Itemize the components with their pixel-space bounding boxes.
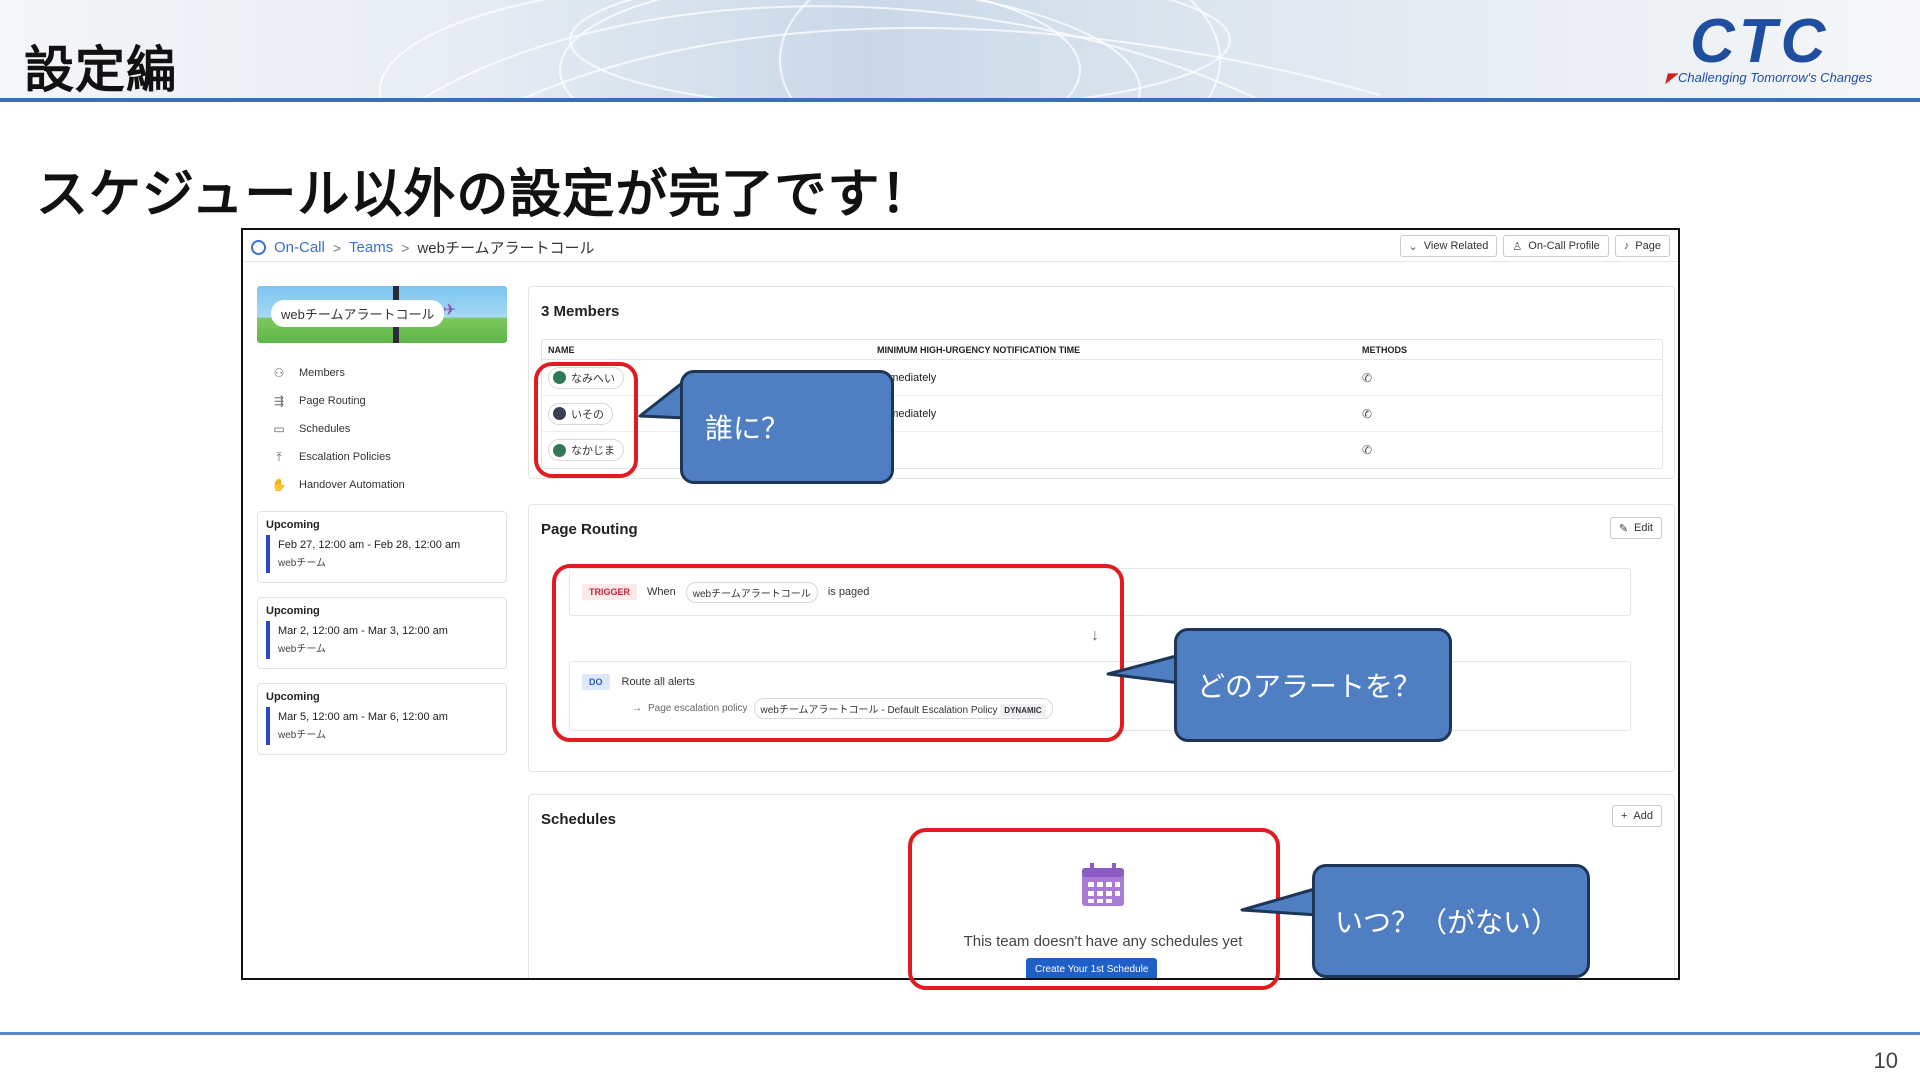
- callout-when-text: いつ？（がない）: [1335, 906, 1560, 939]
- phone-icon: ✆: [1362, 370, 1373, 385]
- add-label: Add: [1633, 810, 1653, 822]
- top-actions: ⌄ View Related ♙ On-Call Profile ♪ Page: [1399, 235, 1670, 257]
- table-header: NAME MINIMUM HIGH-URGENCY NOTIFICATION T…: [542, 340, 1662, 360]
- upcoming-date: Mar 2, 12:00 am - Mar 3, 12:00 am: [278, 625, 448, 637]
- breadcrumb-teams[interactable]: Teams: [349, 239, 393, 256]
- notification-time: Immediately: [877, 371, 937, 384]
- callout-who-text: 誰に？: [705, 412, 790, 445]
- routing-icon: ⇶: [273, 394, 285, 408]
- view-related-button[interactable]: ⌄ View Related: [1399, 235, 1498, 257]
- oncall-profile-label: On-Call Profile: [1528, 240, 1600, 252]
- pencil-icon: ✎: [1618, 522, 1629, 535]
- upcoming-card[interactable]: Upcoming Mar 2, 12:00 am - Mar 3, 12:00 …: [257, 597, 507, 669]
- members-title: 3 Members: [541, 303, 620, 320]
- upcoming-body: Mar 5, 12:00 am - Mar 6, 12:00 am webチーム: [266, 707, 498, 745]
- upcoming-list: Upcoming Feb 27, 12:00 am - Feb 28, 12:0…: [257, 511, 507, 755]
- upcoming-team: webチーム: [278, 730, 327, 741]
- person-icon: ♙: [1512, 240, 1523, 253]
- app-topbar: On-Call > Teams > webチームアラートコール ⌄ View Re…: [243, 230, 1678, 262]
- callout-who: 誰に？: [680, 370, 894, 484]
- schedules-title: Schedules: [541, 811, 617, 828]
- team-banner: webチームアラートコール ✈: [257, 286, 507, 343]
- column-header-name: NAME: [548, 344, 575, 355]
- phone-icon: ✆: [1362, 406, 1373, 421]
- breadcrumb-oncall[interactable]: On-Call: [274, 239, 325, 256]
- banner-decoration: [379, 0, 1381, 100]
- sidebar-item-handover-automation[interactable]: ✋ Handover Automation: [257, 471, 507, 499]
- section-title: 設定編: [24, 41, 177, 99]
- calendar-icon: ▭: [273, 422, 285, 436]
- upcoming-card[interactable]: Upcoming Mar 5, 12:00 am - Mar 6, 12:00 …: [257, 683, 507, 755]
- schedules-highlight: [908, 828, 1280, 990]
- upcoming-team: webチーム: [278, 644, 327, 655]
- sidebar-item-label: Members: [299, 367, 345, 379]
- add-schedule-button[interactable]: + Add: [1611, 805, 1662, 827]
- phone-icon: ✆: [1362, 443, 1373, 457]
- edit-button[interactable]: ✎ Edit: [1609, 517, 1662, 539]
- sidebar-item-members[interactable]: ⚇ Members: [257, 359, 507, 387]
- oncall-icon: [251, 240, 266, 255]
- chevron-right-icon: >: [401, 239, 410, 256]
- page-routing-title: Page Routing: [541, 521, 638, 538]
- ctc-logo: CTC ◤ Challenging Tomorrow's Changes: [1660, 7, 1900, 90]
- page-button[interactable]: ♪ Page: [1614, 235, 1670, 257]
- chevron-down-icon: ⌄: [1408, 240, 1418, 253]
- sidebar-nav: ⚇ Members ⇶ Page Routing ▭ Schedules ⤒ Escal…: [257, 359, 507, 499]
- edit-label: Edit: [1634, 522, 1653, 534]
- slide: 設定編 CTC ◤ Challenging Tomorrow's Changes …: [0, 0, 1920, 1080]
- page-label: Page: [1635, 240, 1661, 252]
- view-related-label: View Related: [1423, 240, 1489, 252]
- column-header-methods: METHODS: [1362, 344, 1407, 355]
- bell-icon: ♪: [1623, 240, 1630, 252]
- breadcrumb: On-Call > Teams > webチームアラートコール: [251, 237, 595, 258]
- sidebar-item-page-routing[interactable]: ⇶ Page Routing: [257, 387, 507, 415]
- upcoming-date: Mar 5, 12:00 am - Mar 6, 12:00 am: [278, 711, 448, 723]
- chevron-right-icon: >: [332, 239, 342, 256]
- team-name: webチームアラートコール: [271, 300, 445, 327]
- callout-which-alert: どのアラートを？: [1174, 628, 1452, 742]
- upcoming-date: Feb 27, 12:00 am - Feb 28, 12:00 am: [278, 539, 461, 551]
- upcoming-title: Upcoming: [266, 519, 320, 531]
- callout-when: いつ？（がない）: [1312, 864, 1590, 978]
- upcoming-body: Mar 2, 12:00 am - Mar 3, 12:00 am webチーム: [266, 621, 498, 659]
- banner-divider: [0, 98, 1920, 102]
- notification-time: Immediately: [877, 407, 937, 420]
- sidebar: webチームアラートコール ✈ ⚇ Members ⇶ Page Routing ▭…: [257, 286, 507, 769]
- upcoming-team: webチーム: [278, 558, 327, 569]
- routing-highlight: [552, 564, 1124, 742]
- page-number: 10: [1873, 1048, 1898, 1073]
- logo-tagline: ◤ Challenging Tomorrow's Changes: [1666, 70, 1872, 86]
- header-banner: 設定編 CTC ◤ Challenging Tomorrow's Changes: [0, 0, 1920, 100]
- plane-icon: ✈: [443, 302, 457, 319]
- sidebar-item-label: Page Routing: [299, 395, 366, 407]
- sidebar-item-escalation-policies[interactable]: ⤒ Escalation Policies: [257, 443, 507, 471]
- upcoming-title: Upcoming: [266, 605, 320, 617]
- members-icon: ⚇: [273, 366, 285, 380]
- logo-tagline-text: Challenging Tomorrow's Changes: [1678, 70, 1873, 85]
- logo-wordmark: CTC: [1690, 7, 1830, 76]
- sidebar-item-label: Schedules: [299, 423, 351, 435]
- footer-divider: [0, 1032, 1920, 1035]
- members-highlight: [534, 362, 638, 478]
- upcoming-card[interactable]: Upcoming Feb 27, 12:00 am - Feb 28, 12:0…: [257, 511, 507, 583]
- notification-time: 1m: [877, 444, 1362, 456]
- breadcrumb-current: webチームアラートコール: [417, 240, 595, 257]
- callout-which-alert-text: どのアラートを？: [1197, 670, 1422, 703]
- main-heading: スケジュール以外の設定が完了です！: [36, 165, 934, 225]
- sidebar-item-label: Escalation Policies: [299, 451, 391, 463]
- sidebar-item-label: Handover Automation: [299, 479, 405, 491]
- plus-icon: +: [1620, 810, 1628, 822]
- upcoming-title: Upcoming: [266, 691, 320, 703]
- tagline-mark-icon: ◤: [1666, 70, 1676, 85]
- column-header-time: MINIMUM HIGH-URGENCY NOTIFICATION TIME: [877, 344, 1081, 355]
- upcoming-body: Feb 27, 12:00 am - Feb 28, 12:00 am webチ…: [266, 535, 498, 573]
- oncall-profile-button[interactable]: ♙ On-Call Profile: [1503, 235, 1609, 257]
- escalation-icon: ⤒: [276, 449, 282, 464]
- sidebar-item-schedules[interactable]: ▭ Schedules: [257, 415, 507, 443]
- hand-icon: ✋: [271, 478, 287, 492]
